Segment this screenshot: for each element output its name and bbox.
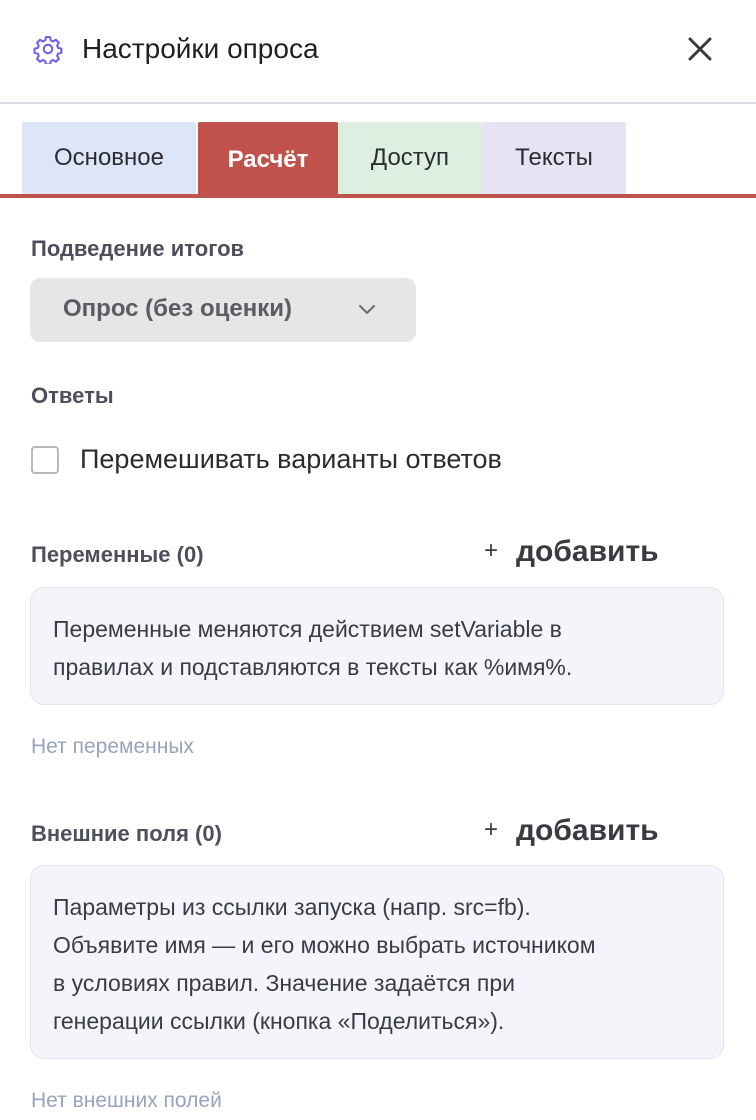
variables-info-line: Переменные меняются действием setVariabl…: [53, 616, 562, 642]
add-external-field-button[interactable]: + добавить: [484, 814, 659, 848]
tab-bar: Основное Расчёт Доступ Тексты: [0, 122, 756, 200]
external-fields-empty-note: Нет внешних полей: [31, 1089, 222, 1112]
add-external-field-label: добавить: [516, 814, 659, 847]
answers-label: Ответы: [31, 383, 114, 408]
external-fields-info-box: Параметры из ссылки запуска (напр. src=f…: [30, 865, 724, 1059]
panel-header: Настройки опроса: [0, 0, 756, 104]
tab-underline: [0, 194, 756, 198]
plus-icon: +: [484, 816, 499, 843]
external-fields-info-line: Параметры из ссылки запуска (напр. src=f…: [53, 894, 531, 920]
tab-basic[interactable]: Основное: [22, 122, 196, 194]
chevron-down-icon: [359, 305, 375, 314]
results-select[interactable]: Опрос (без оценки): [30, 278, 416, 342]
plus-icon: +: [484, 537, 499, 564]
add-variable-button[interactable]: + добавить: [484, 535, 659, 569]
variables-empty-note: Нет переменных: [31, 735, 194, 758]
gear-icon: [33, 36, 63, 64]
tab-texts[interactable]: Тексты: [482, 122, 626, 194]
external-fields-info-line: в условиях правил. Значение задаётся при: [53, 970, 515, 996]
results-select-value: Опрос (без оценки): [63, 295, 292, 322]
external-fields-info-line: генерации ссылки (кнопка «Поделиться»).: [53, 1008, 505, 1034]
shuffle-checkbox[interactable]: [31, 446, 59, 474]
variables-label: Переменные (0): [31, 542, 204, 567]
results-label: Подведение итогов: [31, 236, 245, 261]
close-icon[interactable]: [684, 33, 716, 65]
page-title: Настройки опроса: [82, 33, 319, 64]
external-fields-label: Внешние поля (0): [31, 821, 222, 846]
variables-info-box: Переменные меняются действием setVariabl…: [30, 587, 724, 705]
add-variable-label: добавить: [516, 535, 659, 568]
variables-info-line: правилах и подставляются в тексты как %и…: [53, 654, 573, 680]
external-fields-info-line: Объявите имя — и его можно выбрать источ…: [53, 932, 596, 958]
tab-calculation[interactable]: Расчёт: [198, 122, 338, 198]
tab-access[interactable]: Доступ: [338, 122, 482, 194]
shuffle-label[interactable]: Перемешивать варианты ответов: [80, 444, 502, 475]
